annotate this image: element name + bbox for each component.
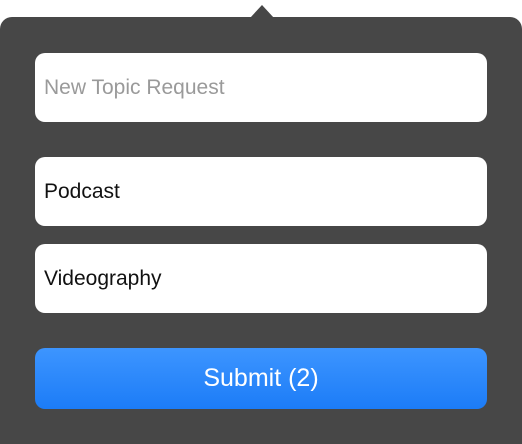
topic-field-podcast[interactable]: Podcast — [35, 157, 487, 226]
new-topic-input[interactable]: New Topic Request — [35, 53, 487, 122]
topic-label: Videography — [44, 266, 162, 290]
topic-label: Podcast — [44, 179, 120, 203]
new-topic-placeholder: New Topic Request — [44, 75, 225, 99]
topic-request-popover: New Topic Request Podcast Videography Su… — [0, 17, 522, 444]
submit-button[interactable]: Submit (2) — [35, 348, 487, 409]
topic-field-videography[interactable]: Videography — [35, 244, 487, 313]
